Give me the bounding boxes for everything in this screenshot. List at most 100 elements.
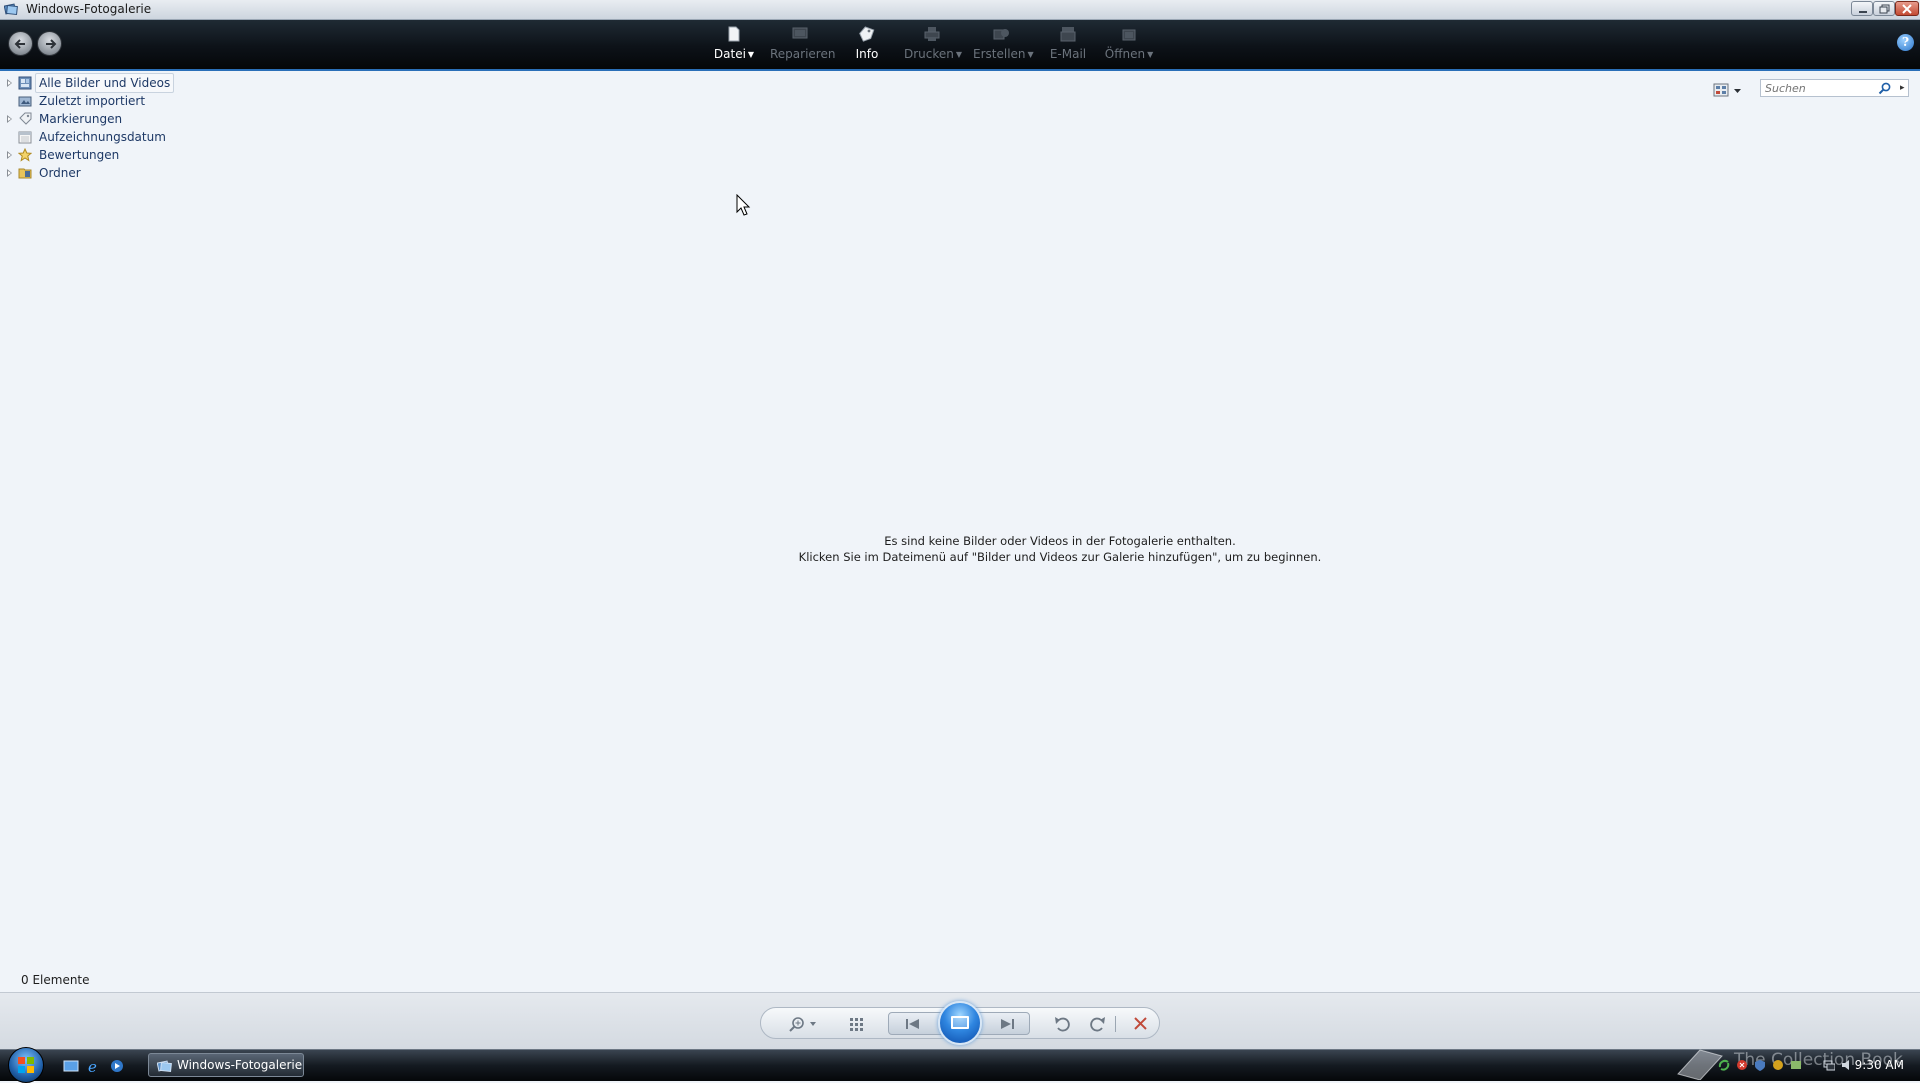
toolbar-print-menu[interactable]: Drucken ▼	[904, 24, 963, 61]
forward-arrow-icon	[46, 39, 57, 49]
next-icon[interactable]	[997, 1016, 1017, 1032]
recent-import-icon	[18, 96, 32, 107]
toolbar-email-button[interactable]: E-Mail	[1049, 24, 1087, 61]
close-icon	[1902, 4, 1912, 14]
start-button[interactable]	[8, 1047, 44, 1083]
toolbar-create-menu[interactable]: Erstellen ▼	[973, 24, 1034, 61]
restore-icon	[1879, 4, 1890, 14]
folder-icon	[18, 168, 32, 179]
navigation-tree: Alle Bilder und Videos Zuletzt importier…	[0, 73, 200, 182]
toolbar-open-menu[interactable]: Öffnen ▼	[1104, 24, 1154, 61]
slideshow-button[interactable]	[938, 1001, 982, 1045]
chevron-down-icon: ▼	[747, 50, 755, 59]
windows-logo-icon	[18, 1057, 34, 1073]
nav-item-all-pictures-videos[interactable]: Alle Bilder und Videos	[0, 73, 200, 93]
nav-item-tags[interactable]: Markierungen	[0, 110, 200, 128]
photo-gallery-app-icon	[157, 1060, 172, 1073]
nav-item-label: Ordner	[39, 166, 81, 180]
control-pill	[760, 1001, 1160, 1045]
expand-arrow-icon[interactable]	[7, 151, 12, 159]
chevron-down-icon: ▼	[955, 50, 963, 59]
command-toolbar: Datei ▼ Reparieren Info Drucken ▼ Erstelle…	[0, 20, 1920, 71]
clock[interactable]: 9:30 AM	[1855, 1058, 1904, 1072]
zoom-icon[interactable]	[789, 1015, 819, 1033]
item-count-status: 0 Elemente	[21, 973, 90, 987]
search-icon[interactable]	[1878, 82, 1892, 95]
rotate-left-icon[interactable]	[1053, 1015, 1073, 1033]
create-icon	[993, 29, 1009, 40]
slideshow-icon	[951, 1016, 969, 1029]
file-menu-label: Datei	[713, 47, 746, 61]
device-icon[interactable]	[1790, 1059, 1802, 1071]
photo-gallery-icon	[18, 76, 32, 90]
back-button[interactable]	[8, 31, 33, 56]
search-box[interactable]: ▸	[1760, 79, 1909, 97]
previous-icon[interactable]	[903, 1016, 923, 1032]
thumbnail-view-icon	[1713, 83, 1741, 97]
update-icon[interactable]	[1772, 1059, 1784, 1071]
forward-button[interactable]	[37, 31, 62, 56]
minimize-icon	[1859, 11, 1867, 13]
nav-item-label: Alle Bilder und Videos	[35, 73, 175, 93]
close-button[interactable]	[1895, 1, 1919, 16]
chevron-down-icon: ▼	[1027, 50, 1034, 59]
nav-item-label: Markierungen	[39, 112, 123, 126]
email-icon	[1060, 27, 1076, 42]
volume-icon[interactable]	[1841, 1059, 1853, 1071]
taskbar-button-label: Windows-Fotogalerie	[177, 1058, 303, 1072]
repair-label: Reparieren	[770, 47, 836, 61]
control-separator	[1115, 1016, 1116, 1032]
repair-icon	[792, 27, 808, 39]
expand-arrow-icon[interactable]	[7, 169, 12, 177]
title-bar: Windows-Fotogalerie	[0, 0, 1920, 20]
star-icon	[18, 148, 32, 162]
empty-message-line1: Es sind keine Bilder oder Videos in der …	[884, 534, 1236, 548]
search-input[interactable]	[1765, 81, 1877, 95]
calendar-icon	[18, 131, 32, 144]
nav-item-ratings[interactable]: Bewertungen	[0, 146, 200, 164]
network-icon[interactable]	[1823, 1059, 1835, 1071]
email-label: E-Mail	[1049, 47, 1087, 61]
window-title: Windows-Fotogalerie	[26, 2, 152, 16]
security-alert-icon[interactable]	[1736, 1059, 1748, 1071]
taskbar-button-photo-gallery[interactable]: Windows-Fotogalerie	[148, 1053, 304, 1077]
view-options-button[interactable]	[1713, 82, 1747, 99]
playback-control-bar	[0, 992, 1920, 1049]
expand-arrow-icon[interactable]	[7, 115, 12, 123]
restore-button[interactable]	[1873, 1, 1895, 16]
svg-text:e: e	[88, 1058, 97, 1074]
nav-item-folders[interactable]: Ordner	[0, 164, 200, 182]
delete-icon[interactable]	[1131, 1015, 1151, 1033]
open-label: Öffnen	[1104, 47, 1146, 61]
nav-item-label: Bewertungen	[39, 148, 120, 162]
network-sync-icon[interactable]	[1718, 1059, 1730, 1071]
info-label: Info	[855, 47, 879, 61]
show-desktop-icon[interactable]	[63, 1058, 79, 1074]
toolbar-info-button[interactable]: Info	[850, 24, 884, 61]
empty-gallery-message: Es sind keine Bilder oder Videos in der …	[0, 533, 1920, 565]
toolbar-file-menu[interactable]: Datei ▼	[711, 24, 757, 61]
tag-icon	[859, 26, 875, 42]
back-arrow-icon	[14, 39, 25, 49]
empty-message-line2: Klicken Sie im Dateimenü auf "Bilder und…	[798, 550, 1322, 564]
tag-icon	[19, 112, 32, 125]
toolbar-repair-button[interactable]: Reparieren	[770, 24, 836, 61]
open-icon	[1122, 29, 1136, 41]
nav-item-label: Zuletzt importiert	[39, 94, 146, 108]
file-icon	[728, 26, 740, 42]
thumbnail-grid-icon[interactable]	[847, 1015, 867, 1033]
internet-explorer-icon[interactable]: e	[86, 1058, 102, 1074]
nav-item-date-taken[interactable]: Aufzeichnungsdatum	[0, 128, 200, 146]
search-options-arrow-icon[interactable]: ▸	[1900, 83, 1905, 93]
expand-arrow-icon[interactable]	[7, 79, 12, 87]
mouse-cursor-icon	[736, 194, 751, 216]
nav-item-label: Aufzeichnungsdatum	[39, 130, 166, 144]
printer-icon	[924, 27, 940, 41]
chevron-down-icon: ▼	[1147, 50, 1154, 59]
help-icon[interactable]: ?	[1897, 34, 1914, 51]
nav-item-recently-imported[interactable]: Zuletzt importiert	[0, 92, 200, 110]
shield-icon[interactable]	[1754, 1059, 1766, 1071]
media-player-icon[interactable]	[109, 1058, 125, 1074]
rotate-right-icon[interactable]	[1087, 1015, 1107, 1033]
minimize-button[interactable]	[1851, 1, 1873, 16]
